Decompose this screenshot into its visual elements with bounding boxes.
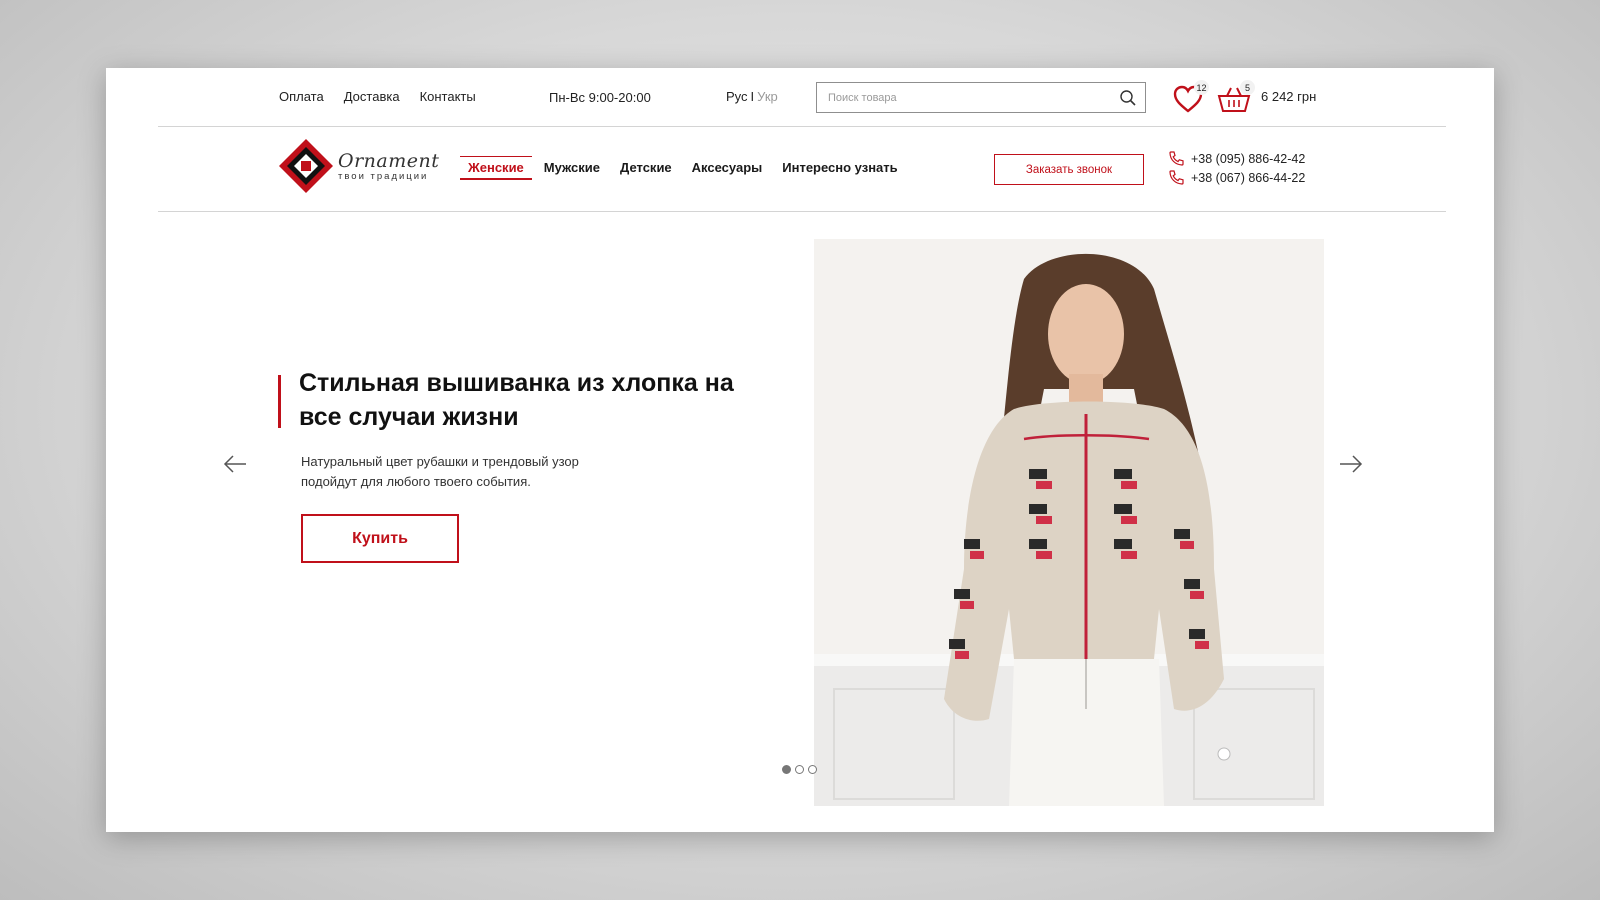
lang-ukr[interactable]: Укр [757,89,778,104]
search-icon[interactable] [1117,87,1139,109]
hero-title: Стильная вышиванка из хлопка на все случ… [299,369,734,431]
hero-description: Натуральный цвет рубашки и трендовый узо… [301,454,579,489]
buy-button[interactable]: Купить [301,514,459,563]
phone-icon [1169,151,1184,166]
arrow-left-icon [223,455,246,473]
hero-accent-bar [278,375,281,428]
lang-rus[interactable]: Рус [726,89,748,104]
cart-count-badge: 5 [1240,80,1255,95]
nav-interesting[interactable]: Интересно узнать [772,160,907,175]
favorites-count-badge: 12 [1194,80,1209,95]
lang-separator: I [750,89,755,104]
slider-dot[interactable] [782,765,791,774]
phone-number: +38 (095) 886-42-42 [1191,151,1306,166]
slider-dots [782,765,817,774]
top-link-contacts[interactable]: Контакты [420,89,476,104]
top-link-payment[interactable]: Оплата [279,89,324,104]
hero-product-image [814,239,1324,806]
header-divider [158,211,1446,212]
logo-tagline: твои традиции [338,170,429,182]
slider-dot[interactable] [808,765,817,774]
nav-kids[interactable]: Детские [610,160,682,175]
logo[interactable]: Ornament твои традиции [278,138,439,194]
top-nav: Оплата Доставка Контакты [279,89,476,104]
slider-next-button[interactable] [1338,452,1364,476]
language-switcher: Рус I Укр [726,89,778,104]
top-link-delivery[interactable]: Доставка [344,89,400,104]
main-nav: Женские Мужские Детские Аксесуары Интере… [458,156,908,180]
favorites-button[interactable]: 12 [1172,80,1209,114]
phone-list: +38 (095) 886-42-42 +38 (067) 866-44-22 [1168,151,1305,189]
nav-accessories[interactable]: Аксесуары [682,160,773,175]
phone-number: +38 (067) 866-44-22 [1191,170,1306,185]
search-input[interactable] [828,91,1117,104]
arrow-right-icon [1340,455,1363,473]
phone-item[interactable]: +38 (067) 866-44-22 [1168,170,1305,185]
logo-icon [279,139,333,193]
slider-dot[interactable] [795,765,804,774]
nav-men[interactable]: Мужские [534,160,610,175]
logo-name: Ornament [338,149,440,172]
slider-prev-button[interactable] [222,452,248,476]
phone-item[interactable]: +38 (095) 886-42-42 [1168,151,1305,166]
search-box [816,82,1146,113]
phone-icon [1169,170,1184,185]
request-call-button[interactable]: Заказать звонок [994,154,1144,185]
working-hours: Пн-Вс 9:00-20:00 [549,90,651,105]
cart-button[interactable]: 5 [1216,80,1256,114]
cart-total: 6 242 грн [1261,89,1317,104]
top-divider [158,126,1446,127]
nav-women[interactable]: Женские [458,156,534,180]
page: Оплата Доставка Контакты Пн-Вс 9:00-20:0… [106,68,1494,832]
